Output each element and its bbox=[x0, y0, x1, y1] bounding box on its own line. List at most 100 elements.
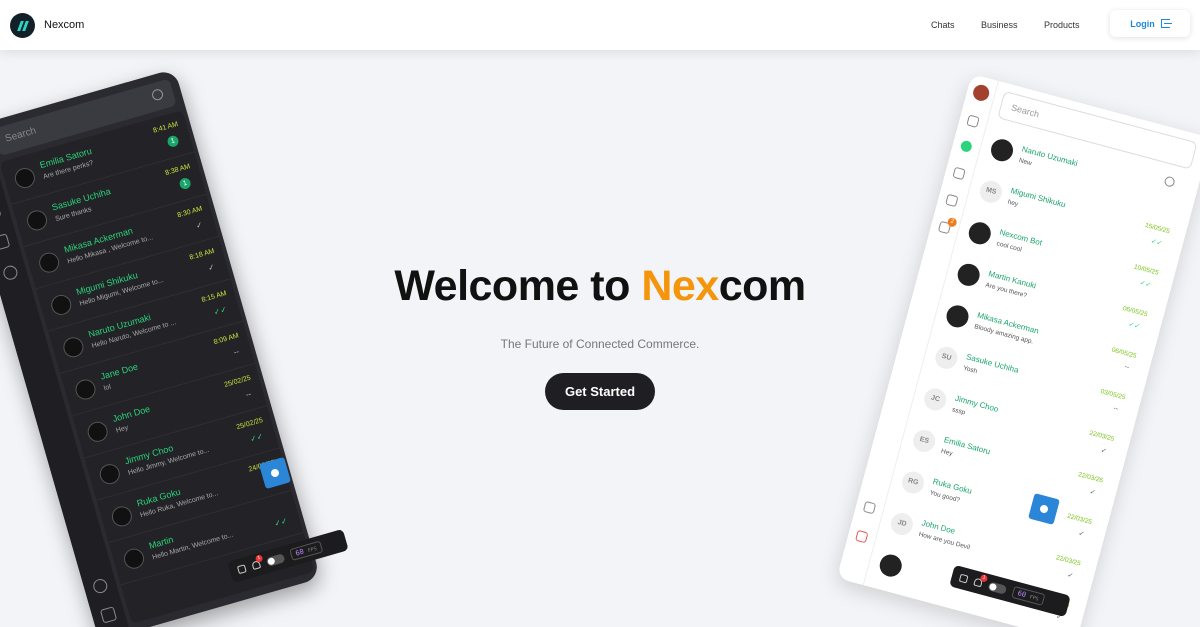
unread-badge: 1 bbox=[178, 176, 192, 191]
edit-icon[interactable] bbox=[958, 573, 969, 584]
chat-time: 10/05/25 bbox=[1133, 263, 1160, 277]
chat-bubble-icon[interactable] bbox=[1, 264, 20, 282]
chat-avatar bbox=[24, 207, 50, 233]
read-status: ✓✓ bbox=[249, 431, 265, 444]
chat-time: 8:15 AM bbox=[200, 290, 228, 304]
logout-icon[interactable] bbox=[99, 606, 118, 624]
read-status: ✓ bbox=[194, 220, 204, 231]
user-avatar[interactable] bbox=[971, 83, 991, 103]
read-status: ✓✓ bbox=[273, 516, 289, 529]
chat-message: cool cool bbox=[995, 240, 1023, 254]
read-status: -- bbox=[1112, 404, 1119, 413]
read-status: ✓ bbox=[1066, 571, 1074, 581]
fps-value: 60 bbox=[294, 547, 305, 558]
get-started-button[interactable]: Get Started bbox=[545, 373, 655, 410]
chat-avatar bbox=[121, 546, 147, 572]
edit-icon[interactable] bbox=[236, 564, 247, 575]
chat-avatar bbox=[61, 334, 86, 360]
notification-badge: 1 bbox=[254, 554, 264, 563]
fps-label: FPS bbox=[1028, 594, 1040, 603]
hand-icon[interactable] bbox=[945, 193, 959, 208]
chat-message: hey bbox=[1006, 198, 1019, 209]
hero-title-suffix: com bbox=[718, 262, 806, 310]
tag-icon[interactable] bbox=[966, 114, 980, 128]
cart-icon[interactable] bbox=[0, 233, 11, 251]
read-status: ✓✓ bbox=[1127, 321, 1141, 331]
chat-avatar bbox=[73, 377, 98, 402]
chat-message: New bbox=[1018, 157, 1033, 168]
read-status: ✓ bbox=[1077, 530, 1086, 539]
bell-icon[interactable]: 1 bbox=[251, 554, 264, 571]
hand-icon[interactable] bbox=[0, 202, 2, 220]
logout-icon[interactable] bbox=[855, 529, 869, 544]
chat-message: sssp bbox=[951, 406, 967, 417]
fps-label: FPS bbox=[307, 545, 318, 555]
chat-avatar: JC bbox=[921, 385, 949, 413]
chat-time: 25/02/25 bbox=[223, 374, 252, 389]
theme-toggle[interactable] bbox=[987, 580, 1008, 595]
read-status: ✓✓ bbox=[1149, 237, 1164, 248]
chat-avatar bbox=[36, 250, 62, 276]
chat-time: 25/02/25 bbox=[235, 416, 264, 432]
brand-name[interactable]: Nexcom bbox=[44, 19, 84, 31]
chat-time: 22/03/25 bbox=[1055, 554, 1082, 568]
top-nav: Nexcom Chats Business Products Login bbox=[0, 0, 1200, 50]
chat-time: 8:18 AM bbox=[188, 247, 216, 262]
megaphone-icon[interactable]: 2 bbox=[937, 216, 958, 235]
chat-avatar bbox=[97, 461, 123, 487]
sun-icon[interactable] bbox=[91, 577, 109, 595]
fps-value: 60 bbox=[1016, 589, 1027, 600]
theme-toggle[interactable] bbox=[265, 552, 286, 567]
nexcom-logo-icon[interactable] bbox=[10, 13, 35, 38]
read-status: ✓✓ bbox=[1138, 279, 1152, 290]
chat-name: John Doe bbox=[111, 403, 152, 424]
chat-time: 15/05/25 bbox=[1144, 221, 1171, 236]
dark-search-placeholder: Search bbox=[3, 125, 38, 145]
read-status: -- bbox=[244, 389, 253, 400]
fps-counter: 60 FPS bbox=[289, 540, 323, 561]
nav-link-products[interactable]: Products bbox=[1044, 20, 1080, 30]
chat-bubble-icon[interactable] bbox=[959, 139, 974, 154]
chat-name: Jane Doe bbox=[99, 361, 140, 382]
chat-avatar bbox=[955, 261, 983, 289]
chat-time: 06/05/25 bbox=[1121, 305, 1149, 319]
chat-avatar bbox=[48, 292, 74, 318]
read-status: ✓ bbox=[1099, 447, 1108, 456]
store-icon[interactable] bbox=[952, 166, 966, 181]
read-status: ✓ bbox=[206, 262, 216, 273]
chat-avatar bbox=[109, 504, 135, 529]
chat-time: 22/03/25 bbox=[1088, 429, 1115, 443]
chat-avatar bbox=[944, 302, 971, 330]
chat-avatar: ES bbox=[910, 427, 938, 455]
chat-time: 8:09 AM bbox=[212, 332, 240, 347]
chat-avatar bbox=[85, 419, 111, 445]
chat-avatar: SU bbox=[932, 344, 960, 372]
read-status: ✓✓ bbox=[212, 304, 229, 317]
chat-avatar bbox=[12, 165, 38, 191]
chat-avatar bbox=[877, 552, 905, 580]
theme-icon[interactable] bbox=[862, 500, 877, 515]
light-search-placeholder: Search bbox=[1010, 102, 1041, 120]
chat-avatar bbox=[988, 136, 1016, 164]
chat-message: How are you Devil bbox=[917, 530, 971, 552]
chat-time: 22/03/25 bbox=[1066, 512, 1093, 527]
nav-link-chats[interactable]: Chats bbox=[931, 20, 955, 30]
login-label: Login bbox=[1130, 18, 1155, 29]
bell-icon[interactable]: 1 bbox=[973, 574, 989, 588]
login-icon bbox=[1160, 19, 1172, 28]
chat-avatar: RG bbox=[899, 469, 927, 496]
rail-badge: 2 bbox=[946, 216, 958, 228]
login-button[interactable]: Login bbox=[1110, 10, 1190, 37]
unread-badge: 1 bbox=[166, 134, 180, 149]
chat-avatar: MS bbox=[977, 178, 1005, 206]
chat-time: 8:41 AM bbox=[152, 120, 179, 135]
chat-time: 8:30 AM bbox=[176, 205, 204, 220]
read-status: ✓ bbox=[1088, 488, 1097, 497]
chat-message: lol bbox=[103, 383, 112, 393]
search-icon bbox=[150, 87, 165, 102]
hero-title-accent: Nex bbox=[641, 262, 719, 310]
chat-name: Migumi Shikuku bbox=[1009, 186, 1067, 210]
read-status: -- bbox=[1123, 363, 1130, 372]
nav-link-business[interactable]: Business bbox=[981, 20, 1018, 30]
chat-time: 8:38 AM bbox=[164, 163, 192, 178]
